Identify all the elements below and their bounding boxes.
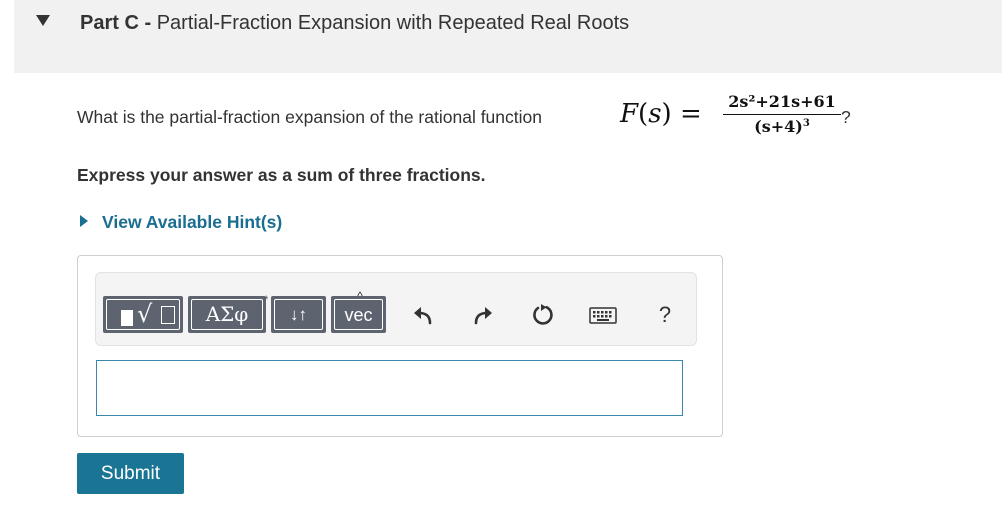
expand-arrow-icon <box>80 215 88 227</box>
page: Part C - Partial-Fraction Expansion with… <box>0 0 1002 518</box>
placeholder-box-icon <box>161 306 175 324</box>
reset-icon <box>533 304 553 325</box>
undo-button[interactable] <box>410 302 436 328</box>
denominator-base: (s+4) <box>754 117 803 136</box>
undo-icon <box>414 307 432 325</box>
help-icon: ? <box>658 302 672 327</box>
vector-hat-icon: ^ <box>357 289 363 303</box>
help-button[interactable]: ? <box>652 302 678 328</box>
answer-panel: √ ΑΣφ * ↓↑ ^ vec ? <box>77 255 723 437</box>
keyboard-icon <box>589 307 617 324</box>
question-mark: ? <box>841 107 851 127</box>
function-variable: s <box>648 99 662 129</box>
part-label: Part C <box>80 12 139 34</box>
radical-icon: √ <box>137 300 153 328</box>
fraction-numerator: 2s²+21s+61 <box>723 91 841 115</box>
templates-button[interactable]: √ <box>103 296 183 333</box>
asterisk-icon: * <box>264 294 269 306</box>
view-hints-link[interactable]: View Available Hint(s) <box>80 211 282 233</box>
function-expression: F(s) = <box>620 99 702 129</box>
greek-label: ΑΣφ <box>205 302 249 326</box>
denominator-exponent: 3 <box>802 118 810 129</box>
collapse-arrow-icon[interactable] <box>36 15 50 26</box>
rational-fraction: 2s²+21s+61 (s+4)3 <box>723 91 841 139</box>
function-name: F <box>620 99 639 129</box>
part-title-text: Partial-Fraction Expansion with Repeated… <box>156 12 630 34</box>
answer-input[interactable] <box>96 360 683 416</box>
math-toolbar: √ ΑΣφ * ↓↑ ^ vec ? <box>95 272 697 346</box>
hint-link-label: View Available Hint(s) <box>102 212 283 232</box>
vector-button[interactable]: ^ vec <box>331 289 386 333</box>
arrows-button[interactable]: * ↓↑ <box>264 294 326 333</box>
templates-icon <box>121 310 133 326</box>
redo-icon <box>474 307 492 325</box>
vec-label: vec <box>344 305 373 325</box>
instruction-text: Express your answer as a sum of three fr… <box>77 165 486 185</box>
arrows-label: ↓↑ <box>290 305 307 324</box>
submit-button[interactable]: Submit <box>77 453 184 494</box>
reset-button[interactable] <box>530 302 556 328</box>
greek-symbols-button[interactable]: ΑΣφ <box>188 296 266 333</box>
part-title: Part C - Partial-Fraction Expansion with… <box>80 11 629 35</box>
redo-button[interactable] <box>470 302 496 328</box>
keyboard-button[interactable] <box>588 302 618 328</box>
question-text: What is the partial-fraction expansion o… <box>77 107 542 127</box>
part-separator: - <box>138 12 157 34</box>
fraction-denominator: (s+4)3 <box>723 115 841 139</box>
